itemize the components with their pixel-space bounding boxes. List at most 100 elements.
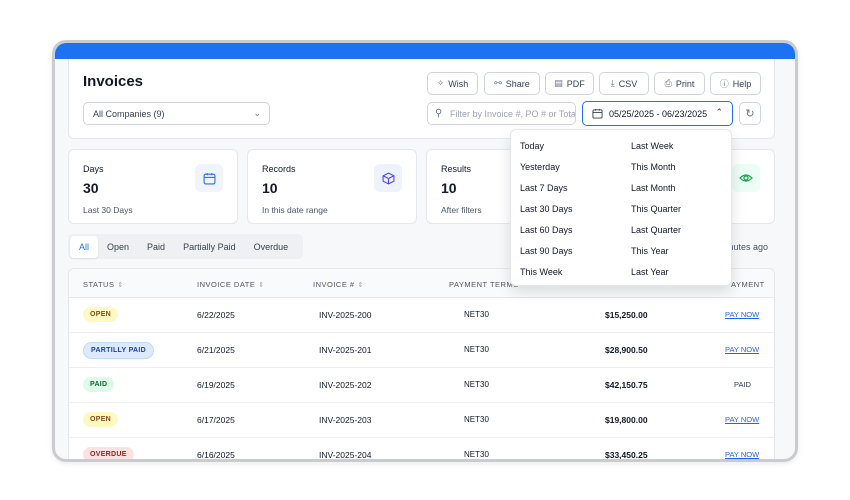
table-row[interactable]: PAID 6/19/2025 INV-2025-202 NET30 $42,15…	[69, 368, 774, 403]
refresh-icon: ↻	[745, 108, 755, 120]
preset-last-year[interactable]: Last Year	[631, 267, 669, 277]
filter-input[interactable]: ⚲ Filter by Invoice #, PO # or Total	[427, 102, 576, 125]
invoice-amount: $28,900.50	[605, 345, 648, 355]
invoice-number: INV-2025-204	[319, 450, 372, 460]
status-badge: OVERDUE	[83, 447, 134, 459]
status-badge: PARTILLY PAID	[83, 342, 154, 359]
payment-terms: NET30	[464, 310, 489, 319]
stat-sub: Last 30 Days	[83, 205, 133, 215]
share-button[interactable]: ⚯ Share	[484, 72, 540, 95]
preset-last-week[interactable]: Last Week	[631, 141, 673, 151]
download-icon: ⤓	[610, 78, 615, 88]
header-invoice-date[interactable]: INVOICE DATE ⇕	[197, 280, 265, 289]
stat-value: 10	[262, 180, 278, 196]
invoice-amount: $33,450.25	[605, 450, 648, 460]
invoice-date: 6/19/2025	[197, 380, 235, 390]
invoice-number: INV-2025-202	[319, 380, 372, 390]
preset-last-quarter[interactable]: Last Quarter	[631, 225, 681, 235]
stat-value: 10	[441, 180, 457, 196]
top-accent-bar	[55, 43, 795, 59]
stat-label: Results	[441, 164, 472, 174]
sort-icon: ⇕	[117, 282, 124, 289]
preset-last-30-days[interactable]: Last 30 Days	[520, 204, 573, 214]
status-badge: OPEN	[83, 307, 119, 322]
payment-terms: NET30	[464, 380, 489, 389]
pay-now-link[interactable]: PAY NOW	[725, 310, 759, 319]
stat-label: Records	[262, 164, 296, 174]
wish-button[interactable]: ✧ Wish	[427, 72, 478, 95]
stat-card-records: Records 10 In this date range	[247, 149, 417, 224]
company-select-value: All Companies (9)	[93, 109, 165, 119]
table-row[interactable]: OPEN 6/22/2025 INV-2025-200 NET30 $15,25…	[69, 298, 774, 333]
header-payment-terms[interactable]: PAYMENT TERMS	[449, 280, 519, 289]
invoice-amount: $15,250.00	[605, 310, 648, 320]
invoice-date: 6/22/2025	[197, 310, 235, 320]
header-status[interactable]: STATUS ⇕	[83, 280, 124, 289]
preset-last-90-days[interactable]: Last 90 Days	[520, 246, 573, 256]
date-range-value: 05/25/2025 - 06/23/2025	[609, 108, 708, 119]
reset-button[interactable]: ↻	[739, 102, 761, 125]
pay-now-link[interactable]: PAY NOW	[725, 450, 759, 459]
pay-now-link[interactable]: PAY NOW	[725, 415, 759, 424]
preset-this-month[interactable]: This Month	[631, 162, 676, 172]
payment-terms: NET30	[464, 415, 489, 424]
invoice-number: INV-2025-203	[319, 415, 372, 425]
stat-card-days: Days 30 Last 30 Days	[68, 149, 238, 224]
printer-icon: ⎙	[664, 78, 672, 88]
filter-placeholder: Filter by Invoice #, PO # or Total	[450, 109, 576, 119]
payment-terms: NET30	[464, 450, 489, 459]
date-range-picker[interactable]: 05/25/2025 - 06/23/2025 ⌃	[582, 101, 733, 126]
preset-this-year[interactable]: This Year	[631, 246, 669, 256]
stat-value: 30	[83, 180, 99, 196]
table-row[interactable]: OPEN 6/17/2025 INV-2025-203 NET30 $19,80…	[69, 403, 774, 438]
sparkle-icon: ✧	[436, 78, 445, 88]
invoice-number: INV-2025-201	[319, 345, 372, 355]
calendar-icon	[195, 164, 223, 192]
tab-all[interactable]: All	[70, 235, 99, 258]
payment-terms: NET30	[464, 345, 489, 354]
csv-button-label: CSV	[618, 78, 638, 89]
sort-icon: ⇕	[258, 282, 265, 289]
preset-last-month[interactable]: Last Month	[631, 183, 676, 193]
print-button[interactable]: ⎙ Print	[654, 72, 705, 95]
eye-icon	[732, 164, 760, 192]
preset-yesterday[interactable]: Yesterday	[520, 162, 560, 172]
table-row[interactable]: OVERDUE 6/16/2025 INV-2025-204 NET30 $33…	[69, 438, 774, 460]
paid-status-text: PAID	[734, 380, 751, 389]
sort-icon: ⇕	[357, 282, 364, 289]
preset-last-7-days[interactable]: Last 7 Days	[520, 183, 568, 193]
preset-this-quarter[interactable]: This Quarter	[631, 204, 681, 214]
box-icon	[374, 164, 402, 192]
status-badge: PAID	[83, 377, 115, 392]
help-button[interactable]: ⓘ Help	[710, 72, 761, 95]
company-select[interactable]: All Companies (9) ⌄	[83, 102, 270, 125]
header-invoice-number[interactable]: INVOICE # ⇕	[313, 280, 364, 289]
invoice-number: INV-2025-200	[319, 310, 372, 320]
csv-button[interactable]: ⤓ CSV	[599, 72, 649, 95]
invoice-amount: $42,150.75	[605, 380, 648, 390]
preset-last-60-days[interactable]: Last 60 Days	[520, 225, 573, 235]
tab-open[interactable]: Open	[98, 236, 138, 258]
preset-today[interactable]: Today	[520, 141, 544, 151]
stat-label: Days	[83, 164, 104, 174]
tab-paid[interactable]: Paid	[138, 236, 174, 258]
tab-partially-paid[interactable]: Partially Paid	[174, 236, 245, 258]
pdf-button[interactable]: ▤ PDF	[545, 72, 594, 95]
page-title: Invoices	[83, 73, 144, 90]
chevron-down-icon: ⌄	[253, 108, 261, 118]
preset-this-week[interactable]: This Week	[520, 267, 562, 277]
tab-overdue[interactable]: Overdue	[245, 236, 298, 258]
share-button-label: Share	[505, 78, 530, 89]
chevron-up-icon: ⌃	[715, 107, 723, 117]
table-row[interactable]: PARTILLY PAID 6/21/2025 INV-2025-201 NET…	[69, 333, 774, 368]
header-payment[interactable]: AYMENT	[731, 280, 765, 289]
pdf-button-label: PDF	[566, 78, 585, 89]
invoice-amount: $19,800.00	[605, 415, 648, 425]
stat-sub: In this date range	[262, 205, 328, 215]
invoice-date: 6/17/2025	[197, 415, 235, 425]
pay-now-link[interactable]: PAY NOW	[725, 345, 759, 354]
wish-button-label: Wish	[448, 78, 469, 89]
status-badge: OPEN	[83, 412, 119, 427]
file-icon: ▤	[554, 78, 563, 88]
header-card: Invoices All Companies (9) ⌄ ✧ Wish ⚯ Sh…	[68, 59, 775, 139]
